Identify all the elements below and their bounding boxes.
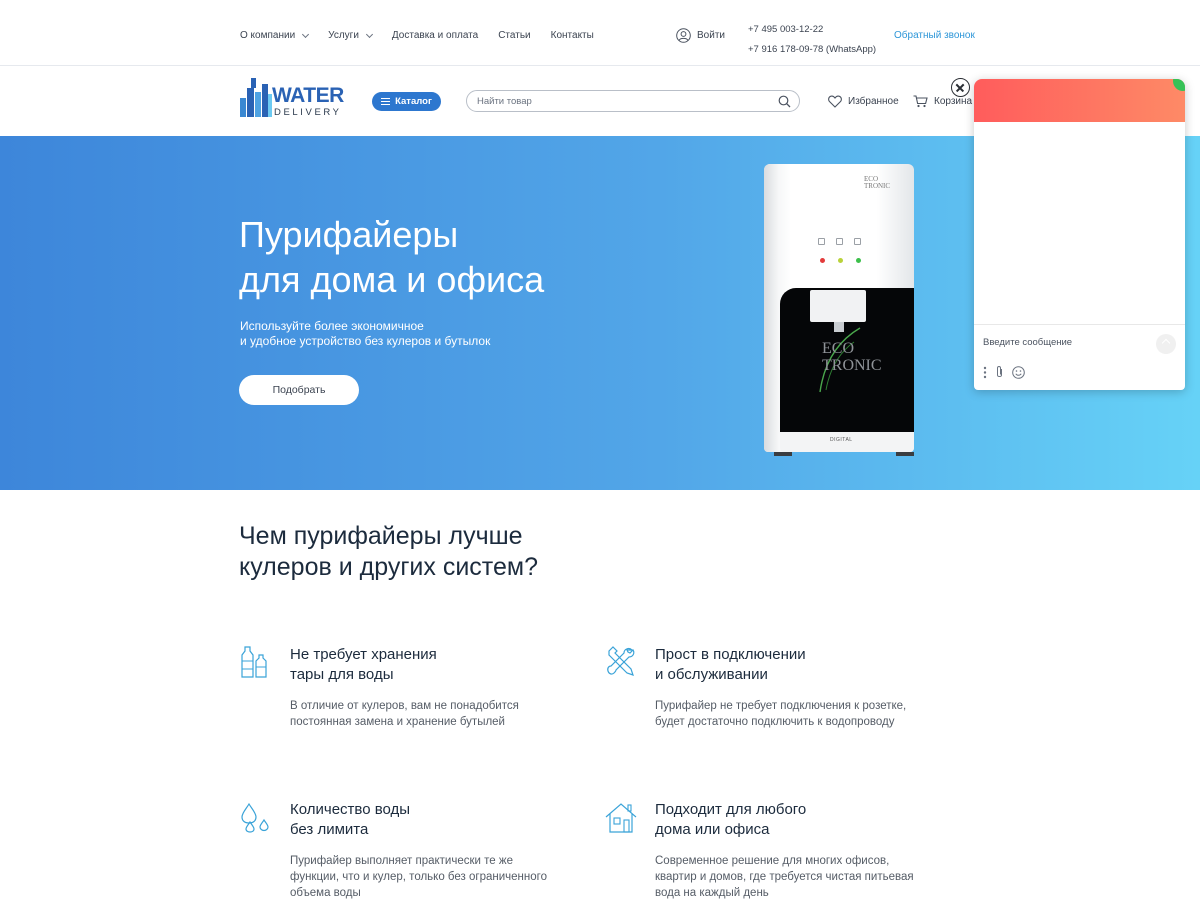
benefit-title-line: Подходит для любого (655, 801, 807, 818)
cart-link[interactable]: Корзина (913, 95, 972, 108)
nav-item-articles[interactable]: Статьи (498, 30, 530, 41)
benefit-title: Не требует хранения тары для воды (290, 645, 550, 685)
purifier-tap (810, 290, 866, 322)
nav-item-services[interactable]: Услуги (328, 30, 373, 41)
benefit-title-line: Не требует хранения (290, 646, 437, 663)
emoji-icon[interactable] (1012, 365, 1025, 379)
phone-main[interactable]: +7 495 003-12-22 (748, 20, 876, 40)
phone-numbers: +7 495 003-12-22 +7 916 178-09-78 (Whats… (748, 20, 876, 60)
benefits-title-line: Чем пурифайеры лучше (239, 522, 523, 550)
benefit-title-line: Количество воды (290, 801, 411, 818)
search-box (466, 90, 800, 112)
logo-text-delivery: DELIVERY (274, 107, 342, 118)
hero-subtitle: Используйте более экономичное и удобное … (240, 319, 540, 349)
benefits-title: Чем пурифайеры лучше кулеров и других си… (239, 521, 639, 583)
buildings-logo-icon (240, 78, 272, 117)
benefit-text: Пурифайер не требует подключения к розет… (655, 700, 907, 728)
more-options-icon[interactable] (983, 366, 987, 379)
purifier-brand: ECO TRONIC (822, 340, 882, 374)
top-navigation: О компании Услуги Доставка и оплата Стат… (240, 30, 614, 41)
purifier-control-buttons (818, 238, 872, 245)
logo[interactable]: WATER DELIVERY (240, 76, 350, 121)
hero-title-line: Пурифайеры (239, 214, 459, 255)
search-input[interactable] (477, 91, 767, 112)
phone-whatsapp[interactable]: +7 916 178-09-78 (WhatsApp) (748, 40, 876, 60)
catalog-button[interactable]: Каталог (372, 92, 441, 111)
send-icon[interactable] (1156, 334, 1176, 354)
nav-item-about[interactable]: О компании (240, 30, 310, 41)
nav-item-delivery[interactable]: Доставка и оплата (392, 30, 478, 41)
benefit-text: Пурифайер выполняет практически те же фу… (290, 855, 547, 899)
pick-button[interactable]: Подобрать (239, 375, 359, 405)
purifier-brand-line: ECO (822, 340, 854, 357)
purifier-side (764, 164, 778, 452)
attachment-icon[interactable] (995, 365, 1004, 379)
indicator-light-green (856, 258, 861, 263)
nav-item-label: О компании (240, 30, 296, 41)
chat-header (974, 79, 1185, 122)
heart-icon (828, 95, 842, 108)
chat-tools (983, 365, 1033, 379)
hero-subtitle-line: Используйте более экономичное (240, 319, 424, 333)
purifier-brand-line: TRONIC (822, 357, 882, 374)
hero-title-line: для дома и офиса (239, 259, 545, 300)
logo-text-water: WATER (272, 84, 344, 107)
nav-item-contacts[interactable]: Контакты (551, 30, 594, 41)
benefit-title-line: и обслуживании (655, 666, 768, 683)
hero-title: Пурифайеры для дома и офиса (239, 212, 659, 302)
indicator-light-yellow (838, 258, 843, 263)
chat-compose-area: Введите сообщение (974, 324, 1185, 390)
benefit-text: Современное решение для многих офисов, к… (655, 855, 914, 899)
benefit-title-line: Прост в подключении (655, 646, 806, 663)
chevron-down-icon (365, 30, 373, 38)
benefit-text: В отличие от кулеров, вам не понадобится… (290, 700, 519, 728)
nav-item-label: Статьи (498, 30, 531, 41)
benefits-title-line: кулеров и других систем? (239, 553, 538, 581)
hero-subtitle-line: и удобное устройство без кулеров и бутыл… (240, 334, 491, 348)
benefit-title: Подходит для любого дома или офиса (655, 800, 915, 840)
cart-label: Корзина (934, 96, 973, 107)
water-drops-icon (241, 802, 269, 833)
favorites-link[interactable]: Избранное (828, 95, 899, 108)
purifier-top-logo: ECO TRONIC (864, 176, 890, 190)
benefit-title-line: дома или офиса (655, 821, 770, 838)
purifier-button (818, 238, 825, 245)
chat-message-input[interactable]: Введите сообщение (983, 337, 1072, 348)
chevron-down-icon (302, 30, 310, 38)
benefit-title: Количество воды без лимита (290, 800, 550, 840)
house-icon (605, 803, 637, 833)
catalog-label: Каталог (395, 96, 432, 107)
top-bar: О компании Услуги Доставка и оплата Стат… (0, 0, 1200, 66)
nav-item-label: Контакты (550, 30, 594, 41)
favorites-label: Избранное (848, 96, 899, 107)
login-link[interactable]: Войти (676, 28, 725, 43)
purifier-model-label: DIGITAL (830, 437, 853, 443)
purifier-button (854, 238, 861, 245)
purifier-product-image: ECO TRONIC ECO TRONIC DIGITAL (764, 164, 916, 456)
purifier-feet (774, 452, 914, 456)
purifier-top-logo-line: TRONIC (864, 182, 891, 190)
menu-icon (381, 98, 391, 105)
search-icon[interactable] (778, 95, 791, 108)
benefit-title-line: тары для воды (290, 666, 394, 683)
purifier-indicators (820, 258, 874, 263)
nav-item-label: Доставка и оплата (391, 30, 479, 41)
benefit-title: Прост в подключении и обслуживании (655, 645, 915, 685)
chat-widget: Введите сообщение (974, 79, 1185, 390)
login-label: Войти (697, 30, 725, 41)
cart-icon (913, 95, 928, 108)
purifier-button (836, 238, 843, 245)
user-icon (676, 28, 691, 43)
nav-item-label: Услуги (328, 30, 359, 41)
chat-close-icon[interactable] (951, 78, 970, 97)
callback-link[interactable]: Обратный звонок (894, 30, 975, 41)
indicator-light-red (820, 258, 825, 263)
purifier-nozzle (834, 322, 844, 332)
tools-icon (607, 646, 635, 676)
benefit-title-line: без лимита (290, 821, 369, 838)
bottles-icon (241, 646, 267, 678)
